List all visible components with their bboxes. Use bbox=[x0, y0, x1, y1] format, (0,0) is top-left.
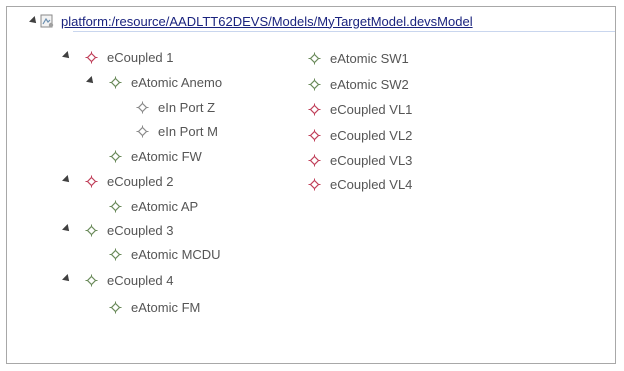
tree-node[interactable]: eIn Port M bbox=[136, 120, 218, 142]
tree-node[interactable]: eAtomic Anemo bbox=[109, 71, 222, 93]
tree-node-label: eAtomic SW1 bbox=[330, 50, 409, 66]
tree-node-label: eCoupled VL2 bbox=[330, 127, 413, 143]
tree-node[interactable]: eAtomic SW2 bbox=[308, 73, 409, 95]
atomic-diamond-icon bbox=[109, 248, 122, 260]
tree-node-label: eCoupled VL3 bbox=[330, 152, 413, 168]
tree-node-label: eAtomic AP bbox=[131, 198, 199, 214]
model-file-icon bbox=[40, 14, 54, 28]
atomic-diamond-icon bbox=[109, 76, 122, 88]
tree-node-label: eAtomic FM bbox=[131, 299, 201, 315]
atomic-diamond-icon bbox=[109, 301, 122, 313]
port-diamond-icon bbox=[136, 125, 149, 137]
tree-node-label: eAtomic MCDU bbox=[131, 246, 221, 262]
tree-node-label: eCoupled VL1 bbox=[330, 101, 413, 117]
coupled-diamond-icon bbox=[85, 51, 98, 63]
tree-node[interactable]: eAtomic MCDU bbox=[109, 243, 221, 265]
atomic-diamond-icon bbox=[109, 150, 122, 162]
coupled-diamond-icon bbox=[85, 175, 98, 187]
tree-node[interactable]: eIn Port Z bbox=[136, 96, 215, 118]
tree-node-label: eAtomic FW bbox=[131, 148, 202, 164]
tree-node-label: eCoupled 4 bbox=[107, 272, 174, 288]
tree-node-label: eCoupled 1 bbox=[107, 49, 174, 65]
coupled-diamond-icon bbox=[308, 178, 321, 190]
tree-node[interactable]: eAtomic FM bbox=[109, 296, 200, 318]
tree-node[interactable]: eAtomic SW1 bbox=[308, 47, 409, 69]
tree-node[interactable]: eCoupled VL4 bbox=[308, 173, 412, 195]
tree-root[interactable]: platform:/resource/AADLTT62DEVS/Models/M… bbox=[39, 10, 473, 32]
atomic-diamond-icon bbox=[85, 224, 98, 236]
tree-node[interactable]: eCoupled 1 bbox=[85, 46, 174, 68]
tree-node[interactable]: eAtomic FW bbox=[109, 145, 202, 167]
atomic-diamond-icon bbox=[308, 52, 321, 64]
tree-node-label: eIn Port M bbox=[158, 123, 218, 139]
tree-node[interactable]: eCoupled 3 bbox=[85, 219, 174, 241]
tree-node-label: eCoupled 2 bbox=[107, 173, 174, 189]
coupled-diamond-icon bbox=[308, 154, 321, 166]
tree-node[interactable]: eAtomic AP bbox=[109, 195, 198, 217]
tree-node-label: eCoupled VL4 bbox=[330, 176, 413, 192]
tree-node-label: eIn Port Z bbox=[158, 99, 216, 115]
atomic-diamond-icon bbox=[308, 78, 321, 90]
atomic-diamond-icon bbox=[109, 200, 122, 212]
selection-underline bbox=[73, 31, 615, 32]
tree-node-label: eAtomic Anemo bbox=[131, 74, 223, 90]
port-diamond-icon bbox=[136, 101, 149, 113]
coupled-diamond-icon bbox=[308, 103, 321, 115]
coupled-diamond-icon bbox=[308, 129, 321, 141]
tree-node[interactable]: eCoupled VL2 bbox=[308, 124, 412, 146]
tree-node[interactable]: eCoupled 2 bbox=[85, 170, 174, 192]
tree-node-label: eCoupled 3 bbox=[107, 222, 174, 238]
tree-node-label: eAtomic SW2 bbox=[330, 76, 409, 92]
tree-root-label: platform:/resource/AADLTT62DEVS/Models/M… bbox=[61, 13, 473, 29]
atomic-diamond-icon bbox=[85, 274, 98, 286]
tree-node[interactable]: eCoupled VL1 bbox=[308, 98, 412, 120]
tree-node[interactable]: eCoupled VL3 bbox=[308, 149, 412, 171]
tree-node[interactable]: eCoupled 4 bbox=[85, 269, 174, 291]
